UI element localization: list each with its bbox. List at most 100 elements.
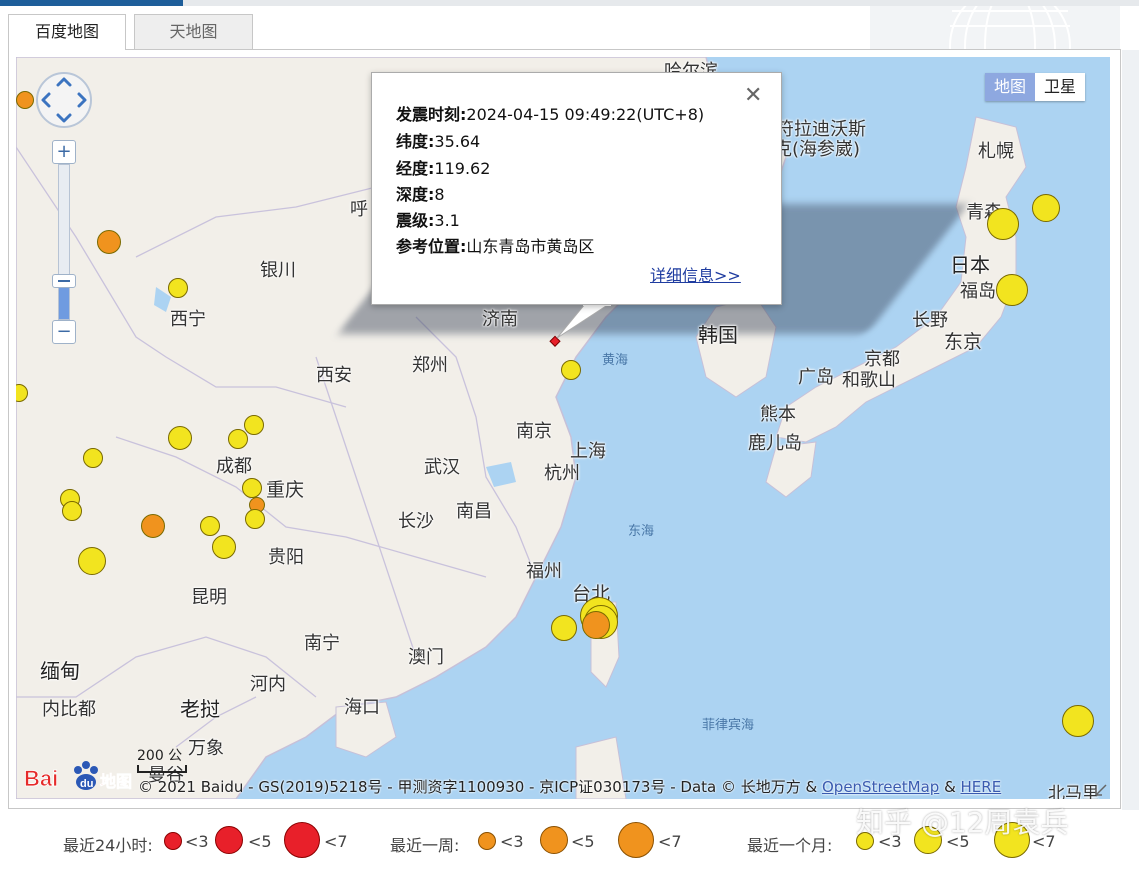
legend-day-m3: <3 xyxy=(185,832,209,851)
tab-baidu-map[interactable]: 百度地图 xyxy=(8,14,126,50)
quake-marker[interactable] xyxy=(16,91,34,109)
popup-time-row: 发震时刻:2024-04-15 09:49:22(UTC+8) xyxy=(396,101,704,125)
label-myanmar: 缅甸 xyxy=(40,659,80,683)
map-type-satellite-button[interactable]: 卫星 xyxy=(1035,73,1086,101)
popup-lat-row: 纬度:35.64 xyxy=(396,128,480,152)
quake-marker[interactable] xyxy=(551,615,577,641)
depth-value: 8 xyxy=(434,185,445,204)
label-vientiane: 万象 xyxy=(188,738,224,759)
quake-marker[interactable] xyxy=(1062,705,1094,737)
label-sapporo: 札幌 xyxy=(978,141,1014,162)
copyright-text: © 2021 Baidu - GS(2019)5218号 - 甲测资字11009… xyxy=(138,778,822,796)
label-laos: 老挝 xyxy=(180,697,220,721)
label-kumamoto: 熊本 xyxy=(760,404,796,425)
map-type-map-button[interactable]: 地图 xyxy=(985,73,1036,101)
quake-marker[interactable] xyxy=(78,547,106,575)
location-label: 参考位置: xyxy=(396,237,467,256)
legend-week-dot-3 xyxy=(478,832,496,850)
quake-marker[interactable] xyxy=(244,415,264,435)
quake-marker[interactable] xyxy=(245,509,265,529)
scale-label: 200 公 xyxy=(137,748,183,764)
quake-marker[interactable] xyxy=(987,208,1019,240)
expand-corner-icon[interactable] xyxy=(1094,783,1108,797)
quake-marker[interactable] xyxy=(62,501,82,521)
label-zhengzhou: 郑州 xyxy=(412,355,448,376)
quake-marker[interactable] xyxy=(242,478,262,498)
openstreetmap-link[interactable]: OpenStreetMap xyxy=(822,778,939,796)
banner-decoration xyxy=(870,6,1120,50)
legend-week-m5: <5 xyxy=(571,832,595,851)
svg-text:du: du xyxy=(80,778,93,790)
label-hiroshima: 广岛 xyxy=(798,367,834,388)
label-east-sea: 东海 xyxy=(628,524,655,539)
quake-marker[interactable] xyxy=(141,514,165,538)
label-korea: 韩国 xyxy=(698,323,738,347)
legend-day-m5: <5 xyxy=(248,832,272,851)
detail-info-link[interactable]: 详细信息>> xyxy=(650,262,741,286)
label-hohhot: 呼 xyxy=(350,199,368,220)
quake-marker[interactable] xyxy=(83,448,103,468)
location-value: 山东青岛市黄岛区 xyxy=(466,237,595,256)
label-japan: 日本 xyxy=(950,253,990,277)
quake-marker[interactable] xyxy=(228,429,248,449)
pan-control[interactable] xyxy=(36,72,92,128)
legend-week-m3: <3 xyxy=(500,832,524,851)
globe-decoration-icon xyxy=(949,6,1071,50)
legend-day-label: 最近24小时: xyxy=(63,836,153,855)
lat-label: 纬度: xyxy=(396,132,435,151)
quake-marker[interactable] xyxy=(996,274,1028,306)
label-chengdu: 成都 xyxy=(216,456,252,477)
lon-label: 经度: xyxy=(396,159,435,178)
quake-marker[interactable] xyxy=(168,278,188,298)
label-macau: 澳门 xyxy=(408,647,444,668)
time-value: 2024-04-15 09:49:22(UTC+8) xyxy=(466,105,705,124)
zoom-slider-handle[interactable] xyxy=(52,274,76,288)
map-copyright: © 2021 Baidu - GS(2019)5218号 - 甲测资字11009… xyxy=(138,776,1001,797)
popup-close-icon[interactable]: ✕ xyxy=(744,85,762,107)
label-fuzhou: 福州 xyxy=(526,561,562,582)
zoom-out-button[interactable]: − xyxy=(52,320,76,344)
tab-tianditu[interactable]: 天地图 xyxy=(134,14,253,49)
quake-marker[interactable] xyxy=(582,611,610,639)
label-chongqing: 重庆 xyxy=(266,479,305,501)
label-wuhan: 武汉 xyxy=(424,457,460,478)
popup-depth-row: 深度:8 xyxy=(396,181,445,205)
quake-marker[interactable] xyxy=(212,535,236,559)
label-guiyang: 贵阳 xyxy=(268,547,304,568)
legend-week-dot-5 xyxy=(540,826,568,854)
label-hanoi: 河内 xyxy=(250,674,286,695)
zoom-in-button[interactable]: + xyxy=(52,140,76,164)
label-kagoshima: 鹿儿岛 xyxy=(748,433,802,454)
legend-week-label: 最近一周: xyxy=(390,836,460,855)
label-xining: 西宁 xyxy=(170,309,206,330)
quake-marker[interactable] xyxy=(168,426,192,450)
legend-day-dot-7 xyxy=(284,822,320,858)
label-philippine-sea: 菲律宾海 xyxy=(702,718,755,733)
quake-marker[interactable] xyxy=(200,516,220,536)
label-yellow-sea: 黄海 xyxy=(602,353,629,368)
popup-location-row: 参考位置:山东青岛市黄岛区 xyxy=(396,233,594,257)
label-tokyo: 东京 xyxy=(944,331,983,353)
quake-marker[interactable] xyxy=(1032,194,1060,222)
label-hangzhou: 杭州 xyxy=(544,463,580,484)
popup-mag-row: 震级:3.1 xyxy=(396,207,460,231)
label-kunming: 昆明 xyxy=(191,587,227,608)
label-nanning: 南宁 xyxy=(304,633,340,654)
legend-day-dot-5 xyxy=(215,826,243,854)
time-label: 发震时刻: xyxy=(396,105,467,124)
label-jinan: 济南 xyxy=(482,309,518,330)
copyright-amp: & xyxy=(939,778,961,796)
here-link[interactable]: HERE xyxy=(961,778,1002,796)
map-type-switch: 地图 卫星 xyxy=(985,73,1086,101)
quake-info-popup: ✕ 发震时刻:2024-04-15 09:49:22(UTC+8) 纬度:35.… xyxy=(371,72,782,305)
label-nagano: 长野 xyxy=(912,310,948,331)
quake-marker[interactable] xyxy=(561,360,581,380)
popup-lon-row: 经度:119.62 xyxy=(396,155,490,179)
label-kitamari: 北马里 xyxy=(1048,784,1099,799)
lon-value: 119.62 xyxy=(434,159,491,178)
baidu-logo: Bai du 地图 xyxy=(22,758,132,796)
label-xian: 西安 xyxy=(316,365,352,386)
svg-text:地图: 地图 xyxy=(100,772,132,791)
mag-value: 3.1 xyxy=(434,211,460,230)
quake-marker[interactable] xyxy=(97,230,121,254)
